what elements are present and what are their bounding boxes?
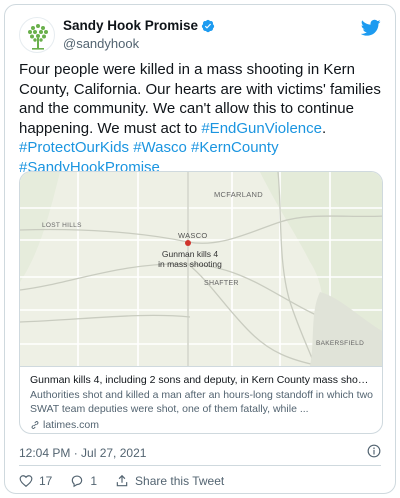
map-graphic bbox=[20, 172, 382, 367]
map-label-gunman: Gunman kills 4 in mass shooting bbox=[158, 249, 222, 269]
card-domain-row: latimes.com bbox=[30, 419, 374, 431]
map-label-gunman-line1: Gunman kills 4 bbox=[161, 249, 219, 259]
twitter-bird-icon[interactable] bbox=[361, 19, 381, 37]
map-image[interactable]: MCFARLAND LOST HILLS WASCO Gunman kills … bbox=[20, 172, 382, 367]
verified-badge-icon bbox=[201, 19, 215, 32]
tweet-header: Sandy Hook Promise @sandyhook bbox=[19, 17, 381, 57]
card-domain: latimes.com bbox=[43, 419, 100, 431]
card-title[interactable]: Gunman kills 4, including 2 sons and dep… bbox=[30, 373, 374, 387]
hashtags-line[interactable]: #ProtectOurKids #Wasco #KernCounty bbox=[19, 139, 279, 156]
avatar[interactable] bbox=[19, 17, 55, 53]
map-label-shafter: SHAFTER bbox=[204, 280, 239, 287]
link-card[interactable]: MCFARLAND LOST HILLS WASCO Gunman kills … bbox=[19, 171, 383, 434]
map-label-lost-hills: LOST HILLS bbox=[42, 222, 82, 229]
info-icon[interactable] bbox=[367, 444, 381, 458]
share-label: Share this Tweet bbox=[135, 474, 225, 488]
reply-count: 1 bbox=[90, 474, 98, 488]
author-block[interactable]: Sandy Hook Promise @sandyhook bbox=[63, 18, 215, 51]
like-button[interactable]: 17 bbox=[19, 474, 52, 488]
card-description: Authorities shot and killed a man after … bbox=[30, 389, 374, 415]
display-name[interactable]: Sandy Hook Promise bbox=[63, 18, 198, 33]
share-icon bbox=[116, 474, 128, 487]
tweet-text: Four people were killed in a mass shooti… bbox=[19, 60, 381, 177]
tweet-body: Four people were killed in a mass shooti… bbox=[19, 61, 381, 137]
hashtag-endgunviolence[interactable]: #EndGunViolence bbox=[201, 120, 322, 137]
meta-row: 12:04 PM · Jul 27, 2021 bbox=[19, 444, 381, 460]
divider bbox=[19, 465, 381, 466]
map-label-bakersfield: BAKERSFIELD bbox=[316, 340, 365, 347]
reply-icon bbox=[72, 475, 83, 488]
heart-icon bbox=[19, 475, 33, 488]
map-label-gunman-line2: in mass shooting bbox=[158, 259, 222, 269]
card-body[interactable]: Gunman kills 4, including 2 sons and dep… bbox=[20, 366, 382, 433]
share-button[interactable]: Share this Tweet bbox=[115, 474, 224, 488]
tweet-embed: Sandy Hook Promise @sandyhook Four peopl… bbox=[4, 4, 396, 494]
action-bar: 17 1 Share this Tweet bbox=[19, 472, 242, 490]
tweet-period: . bbox=[322, 119, 327, 137]
handle[interactable]: @sandyhook bbox=[63, 36, 215, 51]
map-label-mcfarland: MCFARLAND bbox=[214, 190, 263, 199]
sandy-hook-tree-logo bbox=[28, 24, 48, 50]
map-label-wasco: WASCO bbox=[178, 231, 208, 240]
timestamp[interactable]: 12:04 PM · Jul 27, 2021 bbox=[19, 446, 146, 460]
reply-button[interactable]: 1 bbox=[70, 474, 97, 488]
link-icon bbox=[31, 421, 39, 429]
like-count: 17 bbox=[39, 474, 53, 488]
